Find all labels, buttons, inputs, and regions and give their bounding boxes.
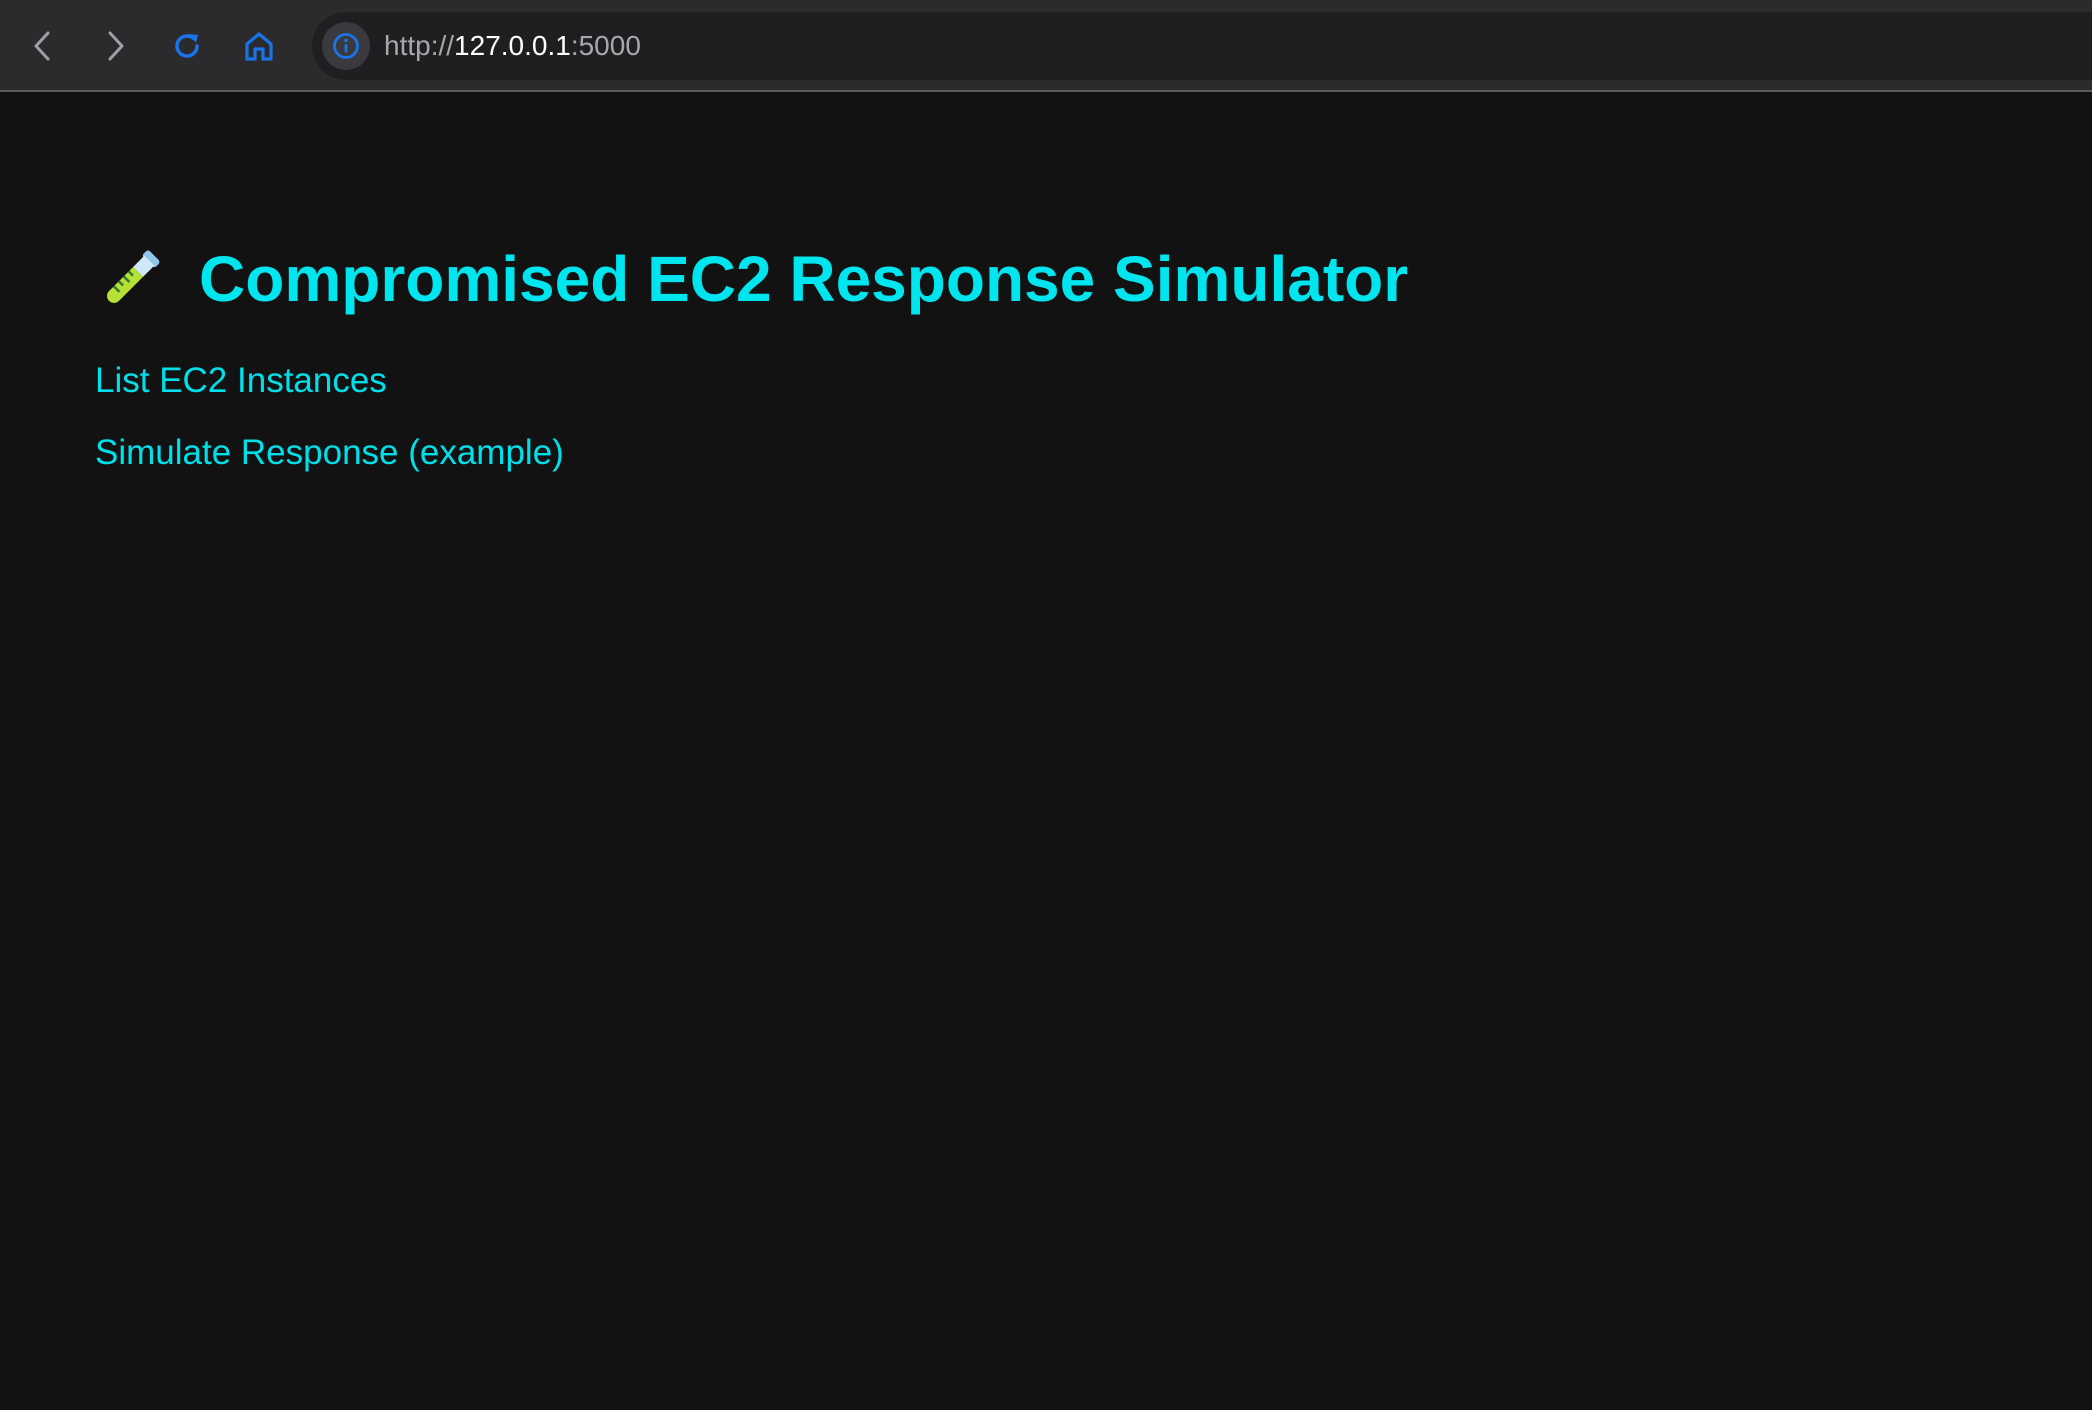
simulate-response-link[interactable]: Simulate Response (example) <box>95 432 564 474</box>
home-button[interactable] <box>233 20 285 72</box>
list-ec2-instances-link[interactable]: List EC2 Instances <box>95 360 387 402</box>
browser-toolbar: http://127.0.0.1:5000 <box>0 0 2092 92</box>
site-info-button[interactable] <box>322 22 370 70</box>
chevron-right-icon <box>108 31 124 61</box>
url-scheme: http:// <box>384 30 455 61</box>
reload-button[interactable] <box>161 20 213 72</box>
page-title: Compromised EC2 Response Simulator <box>95 242 1408 316</box>
url-host: 127.0.0.1 <box>454 30 571 61</box>
chevron-left-icon <box>34 31 50 61</box>
home-icon <box>245 32 273 61</box>
back-button[interactable] <box>17 20 69 72</box>
page-content: Compromised EC2 Response Simulator List … <box>0 94 2092 1410</box>
test-tube-icon <box>107 250 160 303</box>
address-bar[interactable]: http://127.0.0.1:5000 <box>312 12 2092 80</box>
info-icon <box>333 33 359 59</box>
forward-button[interactable] <box>89 20 141 72</box>
url-text[interactable]: http://127.0.0.1:5000 <box>384 30 641 62</box>
url-port: :5000 <box>570 30 641 61</box>
reload-icon <box>175 34 199 58</box>
page-title-text: Compromised EC2 Response Simulator <box>199 243 1409 315</box>
